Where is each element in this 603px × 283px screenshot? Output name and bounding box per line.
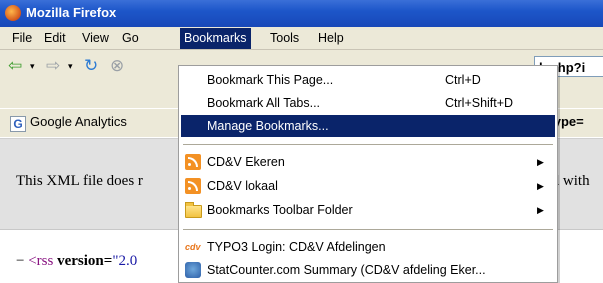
- firefox-logo-icon: [5, 5, 21, 21]
- title-bar: Mozilla Firefox: [0, 0, 603, 27]
- menu-separator: [183, 144, 553, 146]
- google-icon: G: [10, 116, 26, 132]
- menu-bookmarks[interactable]: Bookmarks: [180, 28, 251, 49]
- menu-item-label: Bookmarks Toolbar Folder: [207, 203, 353, 217]
- menu-item-cdv-lokaal[interactable]: CD&V lokaal ▶: [181, 175, 555, 197]
- menu-item-label: CD&V Ekeren: [207, 155, 285, 169]
- menu-view[interactable]: View: [78, 30, 113, 47]
- menu-item-label: TYPO3 Login: CD&V Afdelingen: [207, 240, 386, 254]
- menu-tools[interactable]: Tools: [266, 30, 303, 47]
- menu-item-label: Bookmark All Tabs...: [207, 96, 321, 110]
- forward-dropdown-icon[interactable]: ▾: [68, 62, 73, 72]
- menu-item-shortcut: Ctrl+Shift+D: [445, 96, 514, 110]
- rss-xml-line: − <rss version="2.0: [16, 253, 137, 270]
- typo3-icon: cdv: [185, 239, 201, 255]
- menu-item-label: StatCounter.com Summary (CD&V afdeling E…: [207, 263, 486, 277]
- window-title: Mozilla Firefox: [26, 5, 117, 20]
- menu-file[interactable]: File: [8, 30, 36, 47]
- reload-icon[interactable]: ↻: [84, 56, 98, 76]
- statcounter-icon: [185, 262, 201, 278]
- menu-edit[interactable]: Edit: [40, 30, 70, 47]
- menu-item-cdv-ekeren[interactable]: CD&V Ekeren ▶: [181, 151, 555, 173]
- stop-icon[interactable]: ⊗: [110, 56, 124, 76]
- submenu-arrow-icon: ▶: [537, 157, 544, 167]
- collapse-toggle[interactable]: −: [16, 253, 24, 269]
- rss-attr: version=: [57, 253, 113, 269]
- bookmarks-menu: Bookmark This Page... Ctrl+D Bookmark Al…: [178, 65, 558, 283]
- folder-icon: [185, 202, 202, 218]
- submenu-arrow-icon: ▶: [537, 205, 544, 215]
- menu-item-statcounter-summary[interactable]: StatCounter.com Summary (CD&V afdeling E…: [181, 259, 555, 281]
- menu-item-manage-bookmarks[interactable]: Manage Bookmarks...: [181, 115, 555, 137]
- submenu-arrow-icon: ▶: [537, 181, 544, 191]
- rss-feed-icon: [185, 154, 201, 170]
- menu-item-label: CD&V lokaal: [207, 179, 278, 193]
- menu-item-bookmark-all-tabs[interactable]: Bookmark All Tabs... Ctrl+Shift+D: [181, 92, 555, 114]
- bookmark-google-analytics[interactable]: G Google Analytics: [10, 112, 127, 132]
- menu-item-label: Bookmark This Page...: [207, 73, 334, 87]
- menu-item-label: Manage Bookmarks...: [207, 119, 329, 133]
- back-arrow-icon[interactable]: ⇦: [8, 56, 22, 76]
- forward-arrow-icon[interactable]: ⇨: [46, 56, 60, 76]
- notice-text-left: This XML file does r: [16, 173, 143, 189]
- bookmark-label: Google Analytics: [30, 114, 127, 129]
- back-dropdown-icon[interactable]: ▾: [30, 62, 35, 72]
- menu-separator: [183, 229, 553, 231]
- menu-item-shortcut: Ctrl+D: [445, 73, 481, 87]
- rss-feed-icon: [185, 178, 201, 194]
- menu-go[interactable]: Go: [118, 30, 143, 47]
- rss-attr-value: "2.0: [112, 253, 138, 269]
- menu-bar: File Edit View Go Bookmarks Tools Help: [0, 27, 603, 50]
- menu-help[interactable]: Help: [314, 30, 348, 47]
- menu-item-bookmark-this-page[interactable]: Bookmark This Page... Ctrl+D: [181, 69, 555, 91]
- rss-tag: <rss: [28, 253, 54, 269]
- menu-item-typo3-login[interactable]: cdv TYPO3 Login: CD&V Afdelingen: [181, 236, 555, 258]
- menu-item-bookmarks-toolbar-folder[interactable]: Bookmarks Toolbar Folder ▶: [181, 199, 555, 221]
